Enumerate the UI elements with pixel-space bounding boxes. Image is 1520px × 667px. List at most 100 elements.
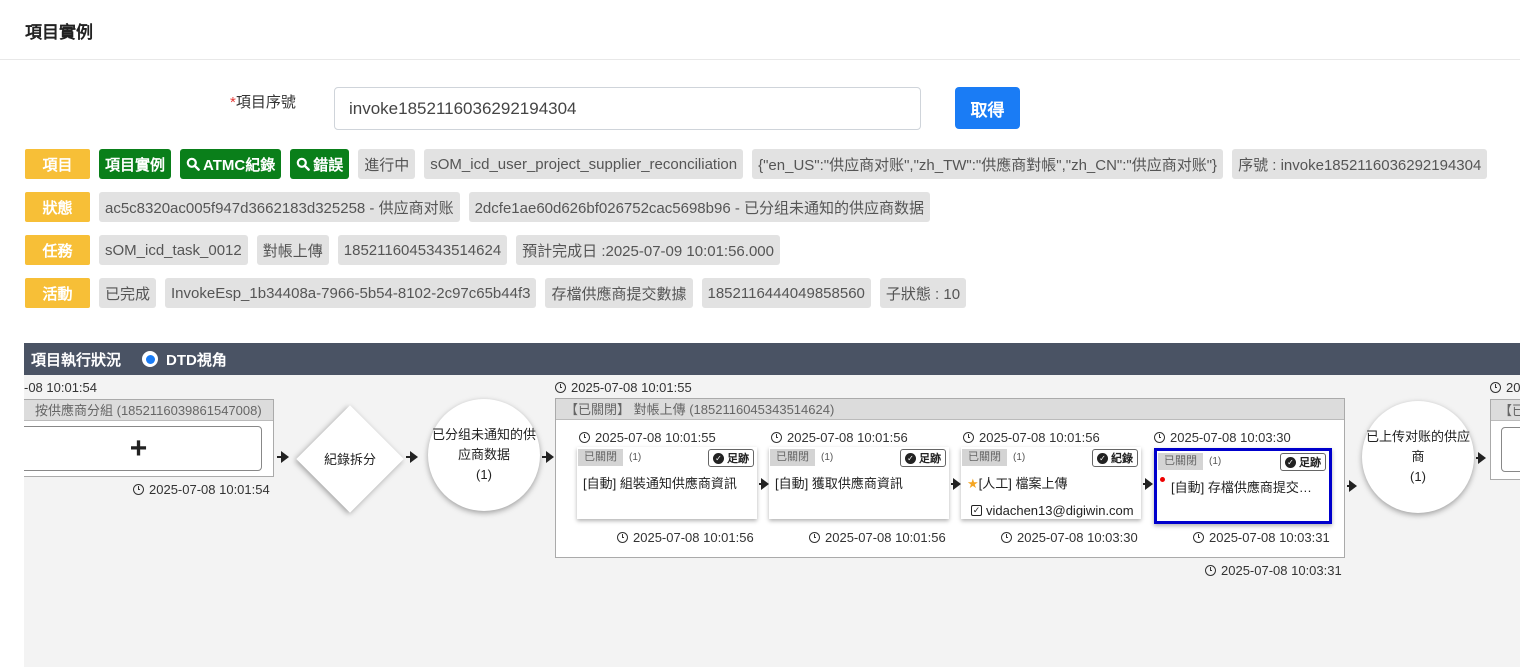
checkbox-icon: ✓ [971,505,982,516]
card-title: [自動] 組裝通知供應商資訊 [583,476,737,491]
task-badge: 任務 [25,235,90,265]
card-count: (1) [821,451,834,463]
project-code-chip: sOM_icd_user_project_supplier_reconcilia… [424,149,744,179]
page-header [0,0,1520,60]
execution-status-bar: 項目執行狀況 DTD視角 [24,343,1520,375]
task-code-chip: sOM_icd_task_0012 [99,235,248,265]
card-timestamp-top: 2025-07-08 10:01:56 [771,430,908,445]
flow-arrow [277,451,289,463]
dtd-view-radio[interactable] [142,351,159,367]
clock-icon [617,532,628,543]
flow-canvas[interactable]: -08 10:01:54 按供應商分組 (1852116039861547008… [24,375,1520,667]
task-id-chip: 1852116045343514624 [337,235,508,265]
card-timestamp-top: 2025-07-08 10:03:30 [1154,430,1291,445]
activity-card-selected[interactable]: 已關閉 (1) ✓ 足跡 [自動] 存檔供應商提交數據 [1154,448,1332,524]
clock-icon [555,382,566,393]
status-row: 狀態 ac5c8320ac005f947d3662183d325258 - 供应… [25,192,931,222]
clock-icon [133,484,144,495]
task-group-title: 【已關閉】 對帳上傳 (1852116045343514624) [556,399,1344,420]
right-group: 【已 [1490,399,1520,480]
card-timestamp-top: 2025-07-08 10:01:56 [963,430,1100,445]
group-timestamp-bottom: 2025-07-08 10:03:31 [1205,563,1342,578]
clock-icon [771,432,782,443]
activity-card[interactable]: 已關閉 (1) ✓ 足跡 [自動] 組裝通知供應商資訊 [577,447,757,519]
state-node-ungrouped[interactable]: 已分组未通知的供应商数据 (1) [428,399,540,511]
card-count: (1) [1209,455,1222,467]
alert-dot-icon [1160,477,1165,482]
project-instance-button[interactable]: 項目實例 [99,149,172,179]
project-name-chip: {"en_US":"供应商对账","zh_TW":"供應商對帳","zh_CN"… [752,149,1224,179]
execution-status-title: 項目執行狀況 [31,351,122,369]
trace-button[interactable]: ✓ 足跡 [1280,453,1326,471]
left-group: 按供應商分組 (1852116039861547008) + [24,399,274,477]
clock-icon [1193,532,1204,543]
clock-icon [1154,432,1165,443]
search-icon [186,157,200,171]
fetch-button[interactable]: 取得 [955,87,1020,129]
flow-arrow [759,478,769,490]
group-timestamp-top: 2025-07-08 10:01:55 [555,380,692,395]
closed-tag: 已關閉 [1158,452,1203,470]
closed-tag: 已關閉 [770,448,815,466]
closed-tag: 已關閉 [578,448,623,466]
status-chip-2: 2dcfe1ae60d626bf026752cac5698b96 - 已分组未通… [468,192,931,222]
trace-button[interactable]: ✓ 足跡 [900,449,946,467]
activity-code-chip: InvokeEsp_1b34408a-7966-5b54-8102-2c97c6… [165,278,537,308]
atmc-record-button[interactable]: ATMC紀錄 [180,149,282,179]
state-node-count: (1) [1410,469,1426,484]
card-timestamp-top: 2025-07-08 10:01:55 [579,430,716,445]
record-button[interactable]: ✓ 紀錄 [1092,449,1138,467]
page-title: 項目實例 [25,23,93,42]
dtd-view-label: DTD視角 [166,351,227,369]
state-node-uploaded[interactable]: 已上传对账的供应商 (1) [1362,401,1474,513]
add-button[interactable]: + [24,426,262,471]
state-node-label: 已上传对账的供应商 [1366,429,1471,464]
clock-icon [963,432,974,443]
flow-arrow [1476,452,1486,464]
card-timestamp-bottom: 2025-07-08 10:03:31 [1193,530,1330,545]
plus-icon: + [129,431,148,465]
activity-card[interactable]: 已關閉 (1) ✓ 紀錄 ★[人工] 檔案上傳 ✓ vidachen13@digiw… [961,447,1141,519]
clock-icon [1205,565,1216,576]
status-chip-1: ac5c8320ac005f947d3662183d325258 - 供应商对账 [99,192,460,222]
clock-icon [1001,532,1012,543]
error-label: 錯誤 [313,156,344,174]
task-due-chip: 預計完成日 :2025-07-09 10:01:56.000 [516,235,780,265]
right-timestamp-top: 20 [1490,380,1520,395]
flow-arrow [1347,480,1357,492]
state-node-label: 已分组未通知的供应商数据 [432,427,537,462]
flow-arrow [406,451,418,463]
flow-arrow [951,478,961,490]
check-circle-icon: ✓ [1097,452,1108,464]
search-icon [296,157,311,171]
serial-label: *項目序號 [230,91,296,112]
task-name-chip: 對帳上傳 [256,235,329,265]
star-icon: ★ [967,476,979,491]
project-badge: 項目 [25,149,90,179]
atmc-record-label: ATMC紀錄 [203,156,276,174]
card-title: ★[人工] 檔案上傳 [967,476,1068,491]
right-add-button[interactable] [1501,427,1520,472]
serial-input[interactable] [334,87,921,130]
project-serial-chip: 序號 : invoke1852116036292194304 [1232,149,1488,179]
status-badge: 狀態 [25,192,90,222]
activity-card[interactable]: 已關閉 (1) ✓ 足跡 [自動] 獲取供應商資訊 [769,447,949,519]
split-diamond-label: 紀錄拆分 [323,452,376,467]
error-button[interactable]: 錯誤 [290,149,350,179]
project-row: 項目 項目實例 ATMC紀錄 錯誤 進行中 sOM_icd_user_proje… [25,149,1488,179]
activity-name-chip: 存檔供應商提交數據 [545,278,693,308]
task-row: 任務 sOM_icd_task_0012 對帳上傳 18521160453435… [25,235,780,265]
right-group-title: 【已 [1491,400,1520,421]
state-node-count: (1) [476,467,492,482]
trace-button[interactable]: ✓ 足跡 [708,449,754,467]
card-count: (1) [629,451,642,463]
flow-arrow [542,451,554,463]
card-timestamp-bottom: 2025-07-08 10:03:30 [1001,530,1138,545]
left-group-title: 按供應商分組 (1852116039861547008) [24,400,273,421]
card-timestamp-bottom: 2025-07-08 10:01:56 [809,530,946,545]
check-circle-icon: ✓ [905,452,916,464]
project-instance-label: 項目實例 [105,156,166,174]
card-count: (1) [1013,451,1026,463]
assignee: ✓ vidachen13@digiwin.com [971,503,1134,518]
left-timestamp-bottom: 2025-07-08 10:01:54 [133,482,270,497]
